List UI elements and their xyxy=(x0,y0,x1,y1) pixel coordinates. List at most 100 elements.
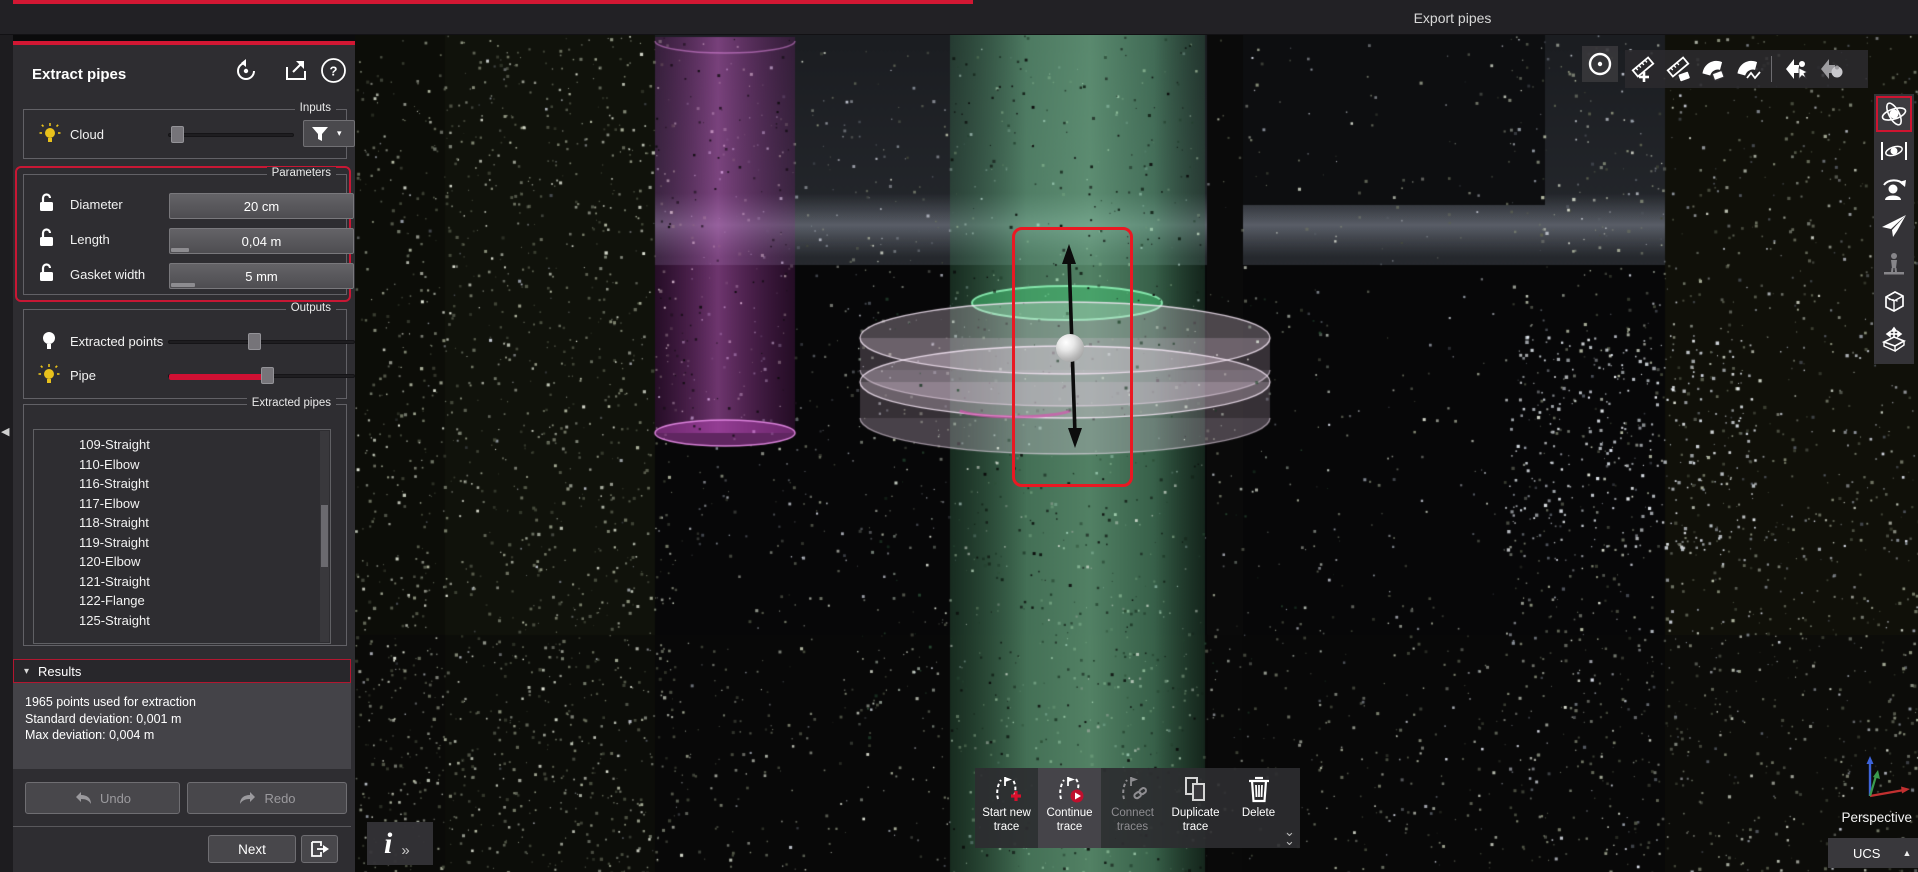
list-item[interactable]: 118-Straight xyxy=(34,513,330,533)
measure-angle-remove-button[interactable] xyxy=(1695,50,1730,88)
application-window: Export pipes Extract pipes ◀ Extract pip… xyxy=(0,0,1918,872)
extracted-points-slider[interactable] xyxy=(168,333,355,350)
export-step-button[interactable] xyxy=(301,835,338,863)
bulb-on-icon[interactable] xyxy=(38,363,60,387)
next-button[interactable]: Next xyxy=(208,835,296,863)
expand-info-icon[interactable]: » xyxy=(401,842,409,859)
svg-text:?: ? xyxy=(330,64,338,79)
outputs-group: Outputs Extracted points Pipe xyxy=(23,302,355,399)
cloud-label: Cloud xyxy=(70,127,104,142)
info-button[interactable]: i » xyxy=(367,822,433,865)
walk-button[interactable] xyxy=(1876,246,1912,282)
cloud-opacity-slider[interactable] xyxy=(168,126,294,143)
orbit-button[interactable] xyxy=(1876,95,1912,132)
list-scrollbar[interactable] xyxy=(320,431,329,642)
start-new-trace-button[interactable]: Start new trace xyxy=(975,768,1038,848)
gasket-width-value: 5 mm xyxy=(245,268,278,284)
continue-trace-icon xyxy=(1058,777,1083,803)
workflow-tab-bar: Export pipes xyxy=(0,0,1918,35)
length-value: 0,04 m xyxy=(241,233,282,249)
active-tab-accent xyxy=(13,0,973,4)
next-label: Next xyxy=(238,841,266,857)
list-item[interactable]: 125-Straight xyxy=(34,611,330,631)
manipulator-sphere-handle[interactable] xyxy=(1056,334,1084,362)
reset-icon xyxy=(236,58,255,80)
redo-label: Redo xyxy=(264,790,296,806)
ucs-selector[interactable]: UCS ▲ xyxy=(1828,838,1918,868)
diameter-input[interactable]: 20 cm xyxy=(169,193,354,219)
help-button[interactable]: ? xyxy=(320,57,347,84)
constrained-orbit-button[interactable] xyxy=(1876,133,1912,169)
measure-angle-polyline-button[interactable] xyxy=(1730,50,1765,88)
trace-btn-label: Delete xyxy=(1241,807,1276,819)
annotation-tag-button[interactable] xyxy=(1813,50,1848,88)
list-item[interactable]: 110-Elbow xyxy=(34,455,330,475)
look-around-button[interactable] xyxy=(1876,171,1912,207)
undo-button[interactable]: Undo xyxy=(25,782,180,814)
parameters-legend: Parameters xyxy=(266,167,336,179)
extracted-points-thumb[interactable] xyxy=(248,333,261,350)
pipe-opacity-thumb[interactable] xyxy=(261,367,274,384)
move-section-box-icon xyxy=(1881,326,1906,352)
ruler-add-icon xyxy=(1631,56,1654,82)
start-new-trace-icon xyxy=(995,777,1021,801)
list-item[interactable]: 122-Flange xyxy=(34,591,330,611)
duplicate-trace-button[interactable]: Duplicate trace xyxy=(1164,768,1227,848)
list-item[interactable]: 120-Elbow xyxy=(34,552,330,572)
unlock-icon[interactable] xyxy=(38,227,55,248)
result-points-line: 1965 points used for extraction xyxy=(25,695,196,709)
undo-label: Undo xyxy=(99,790,132,806)
bulb-on-icon[interactable] xyxy=(39,122,61,146)
bulb-off-icon[interactable] xyxy=(41,330,57,352)
parameters-group: Parameters Diameter 20 cm Length 0,04 m xyxy=(23,167,354,295)
fly-icon xyxy=(1882,215,1906,237)
extracted-pipes-legend: Extracted pipes xyxy=(246,397,336,409)
connect-traces-icon xyxy=(1121,777,1147,800)
results-header[interactable]: ▾ Results xyxy=(13,659,351,683)
axis-gizmo[interactable] xyxy=(1842,750,1914,808)
list-item[interactable]: 119-Straight xyxy=(34,533,330,553)
undo-icon xyxy=(75,792,91,804)
panel-collapse-arrow[interactable]: ◀ xyxy=(1,425,9,438)
extracted-pipes-list[interactable]: 109-Straight 110-Elbow 116-Straight 117-… xyxy=(33,429,331,644)
length-input[interactable]: 0,04 m xyxy=(169,228,354,254)
toolbar-collapse-chevrons[interactable]: ⌄ ⌄ xyxy=(1284,825,1295,847)
list-item[interactable]: 117-Elbow xyxy=(34,494,330,514)
fly-button[interactable] xyxy=(1876,208,1912,244)
delete-trace-button[interactable]: Delete xyxy=(1227,768,1290,848)
connect-traces-button[interactable]: Connect traces xyxy=(1101,768,1164,848)
reset-button[interactable] xyxy=(232,57,259,84)
list-item[interactable]: 121-Straight xyxy=(34,572,330,592)
duplicate-trace-icon xyxy=(1184,777,1205,801)
redo-button[interactable]: Redo xyxy=(187,782,347,814)
pipe-opacity-slider[interactable] xyxy=(168,367,355,384)
list-scrollbar-thumb[interactable] xyxy=(321,505,328,567)
tab-export-pipes[interactable]: Export pipes xyxy=(1330,0,1575,35)
pick-point-button[interactable] xyxy=(1582,46,1618,82)
continue-trace-button[interactable]: Continue trace xyxy=(1038,768,1101,848)
cloud-opacity-thumb[interactable] xyxy=(171,126,184,143)
measure-toolbar xyxy=(1625,50,1868,88)
measure-distance-add-button[interactable] xyxy=(1625,50,1660,88)
look-around-icon xyxy=(1883,178,1906,200)
panel-separator xyxy=(13,826,351,827)
share-view-button[interactable] xyxy=(282,57,309,84)
point-cloud-viewport[interactable] xyxy=(355,35,1918,872)
move-section-box-button[interactable] xyxy=(1876,321,1912,357)
measure-distance-remove-button[interactable] xyxy=(1660,50,1695,88)
trace-btn-label: Start new trace xyxy=(982,807,1031,833)
list-item[interactable]: 116-Straight xyxy=(34,474,330,494)
cloud-filter-dropdown[interactable]: ▾ xyxy=(303,120,355,147)
projection-mode-label[interactable]: Perspective xyxy=(1820,810,1912,825)
select-annotation-button[interactable] xyxy=(1778,50,1813,88)
unlock-icon[interactable] xyxy=(38,192,55,213)
unlock-icon[interactable] xyxy=(38,262,55,283)
inputs-group: Inputs Cloud ▾ xyxy=(23,102,355,159)
pick-point-icon xyxy=(1588,52,1612,76)
section-box-button[interactable] xyxy=(1876,283,1912,319)
export-step-icon xyxy=(310,841,329,857)
gasket-width-input[interactable]: 5 mm xyxy=(169,263,354,289)
trace-btn-label: Continue trace xyxy=(1046,807,1093,833)
list-item[interactable]: 109-Straight xyxy=(34,435,330,455)
ruler-eraser-icon xyxy=(1666,56,1690,82)
